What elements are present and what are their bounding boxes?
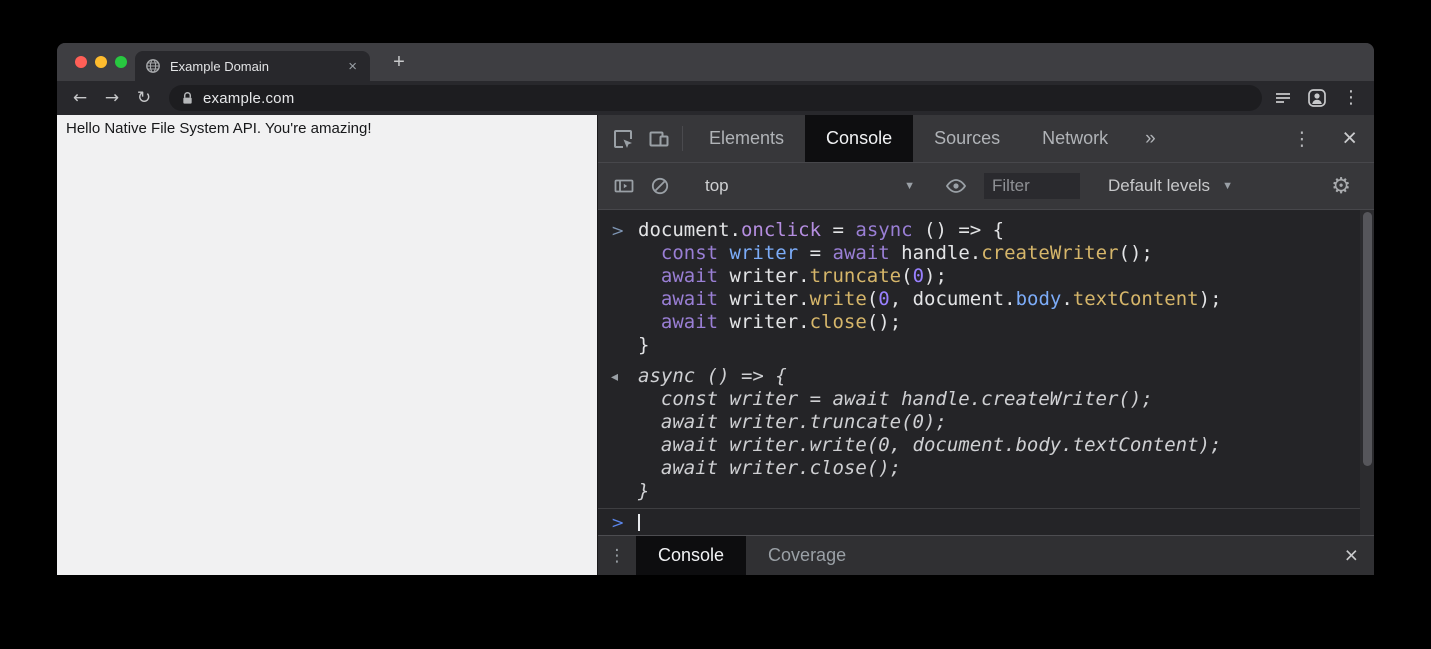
context-label: top xyxy=(705,176,729,196)
device-toolbar-button[interactable] xyxy=(641,115,677,162)
drawer-close-button[interactable]: × xyxy=(1329,536,1374,575)
url-text: example.com xyxy=(203,90,294,107)
tab-console[interactable]: Console xyxy=(805,115,913,162)
tab-network[interactable]: Network xyxy=(1021,115,1129,162)
context-selector[interactable]: top ▼ xyxy=(689,176,927,196)
input-echo-chevron-icon xyxy=(611,334,638,357)
address-bar[interactable]: example.com xyxy=(169,85,1262,111)
spacer xyxy=(868,536,1328,575)
result-arrow-icon: ◂ xyxy=(611,365,638,388)
text-caret xyxy=(638,514,640,531)
globe-favicon-icon xyxy=(145,58,161,74)
devtools-tabbar: Elements Console Sources Network » ⋮ × xyxy=(598,115,1374,163)
scrollbar[interactable] xyxy=(1360,210,1374,535)
console-prompt[interactable]: > xyxy=(598,508,1374,535)
settings-button[interactable]: ⚙ xyxy=(1316,174,1366,199)
input-echo-chevron-icon xyxy=(611,311,638,334)
drawer-menu-button[interactable]: ⋮ xyxy=(598,536,636,575)
code-line: document.onclick = async () => { xyxy=(638,219,1004,242)
spacer xyxy=(1172,115,1279,162)
console-entry-result: ◂async () => { const writer = await hand… xyxy=(598,363,1374,506)
filter-input[interactable] xyxy=(984,173,1080,199)
result-arrow-icon xyxy=(611,388,638,411)
code-line: await writer.write(0, document.body.text… xyxy=(638,288,1222,311)
browser-menu-button[interactable]: ⋮ xyxy=(1342,89,1360,107)
navigation-bar: ← → ↻ example.com ⋮ xyxy=(57,81,1374,115)
code-line: await writer.close(); xyxy=(638,311,901,334)
input-echo-chevron-icon xyxy=(611,288,638,311)
reload-button[interactable]: ↻ xyxy=(131,88,157,108)
code-line: await writer.truncate(0); xyxy=(638,265,947,288)
zoom-window-button[interactable] xyxy=(115,56,127,68)
code-line: } xyxy=(638,480,649,503)
result-arrow-icon xyxy=(611,480,638,503)
prompt-chevron-icon: > xyxy=(611,513,638,532)
result-arrow-icon xyxy=(611,434,638,457)
drawer-tab-coverage[interactable]: Coverage xyxy=(746,536,868,575)
chevron-down-icon: ▼ xyxy=(1222,180,1233,192)
devtools-drawer: ⋮ Console Coverage × xyxy=(598,535,1374,575)
code-line: } xyxy=(638,334,649,357)
main-content: Hello Native File System API. You're ama… xyxy=(57,115,1374,575)
tab-title: Example Domain xyxy=(170,59,345,74)
tab-sources[interactable]: Sources xyxy=(913,115,1021,162)
code-line: await writer.truncate(0); xyxy=(638,411,947,434)
tab-close-button[interactable]: × xyxy=(345,58,360,75)
code-line: await writer.close(); xyxy=(638,457,901,480)
clear-console-button[interactable] xyxy=(642,174,678,198)
nav-right-controls: ⋮ xyxy=(1274,88,1364,108)
code-line: await writer.write(0, document.body.text… xyxy=(638,434,1221,457)
eye-button[interactable] xyxy=(938,174,974,198)
menu-lines-icon[interactable] xyxy=(1274,90,1292,106)
forward-button[interactable]: → xyxy=(99,88,125,108)
tab-strip: Example Domain × + xyxy=(57,43,1374,81)
devtools-panel: Elements Console Sources Network » ⋮ × t… xyxy=(597,115,1374,575)
code-line: async () => { xyxy=(638,365,787,388)
chevron-down-icon: ▼ xyxy=(904,180,915,192)
scrollbar-thumb[interactable] xyxy=(1363,212,1372,466)
window-controls xyxy=(75,56,127,68)
browser-window: Example Domain × + ← → ↻ example.com ⋮ H xyxy=(57,43,1374,575)
profile-button[interactable] xyxy=(1307,88,1327,108)
result-arrow-icon xyxy=(611,457,638,480)
devtools-menu-button[interactable]: ⋮ xyxy=(1278,115,1325,162)
console-messages: >document.onclick = async () => { const … xyxy=(598,210,1374,506)
input-echo-chevron-icon xyxy=(611,265,638,288)
minimize-window-button[interactable] xyxy=(95,56,107,68)
toolbar-separator xyxy=(682,126,683,151)
console-pane: >document.onclick = async () => { const … xyxy=(598,210,1374,535)
new-tab-button[interactable]: + xyxy=(387,50,411,74)
browser-tab[interactable]: Example Domain × xyxy=(135,51,370,81)
console-toolbar: top ▼ Default levels ▼ ⚙ xyxy=(598,163,1374,210)
code-line: const writer = await handle.createWriter… xyxy=(638,242,1153,265)
input-echo-chevron-icon xyxy=(611,242,638,265)
code-line: const writer = await handle.createWriter… xyxy=(638,388,1153,411)
log-levels-label: Default levels xyxy=(1108,176,1210,196)
console-sidebar-button[interactable] xyxy=(606,174,642,198)
lock-icon xyxy=(181,91,194,106)
inspect-button[interactable] xyxy=(605,115,641,162)
console-entry-input: >document.onclick = async () => { const … xyxy=(598,217,1374,360)
result-arrow-icon xyxy=(611,411,638,434)
devtools-close-button[interactable]: × xyxy=(1325,115,1374,162)
more-tabs-button[interactable]: » xyxy=(1129,115,1172,162)
drawer-tab-console[interactable]: Console xyxy=(636,536,746,575)
log-levels-selector[interactable]: Default levels ▼ xyxy=(1108,176,1233,196)
input-echo-chevron-icon: > xyxy=(611,219,638,242)
page-content: Hello Native File System API. You're ama… xyxy=(57,115,597,575)
tab-elements[interactable]: Elements xyxy=(688,115,805,162)
page-text: Hello Native File System API. You're ama… xyxy=(66,120,372,137)
close-window-button[interactable] xyxy=(75,56,87,68)
back-button[interactable]: ← xyxy=(67,88,93,108)
